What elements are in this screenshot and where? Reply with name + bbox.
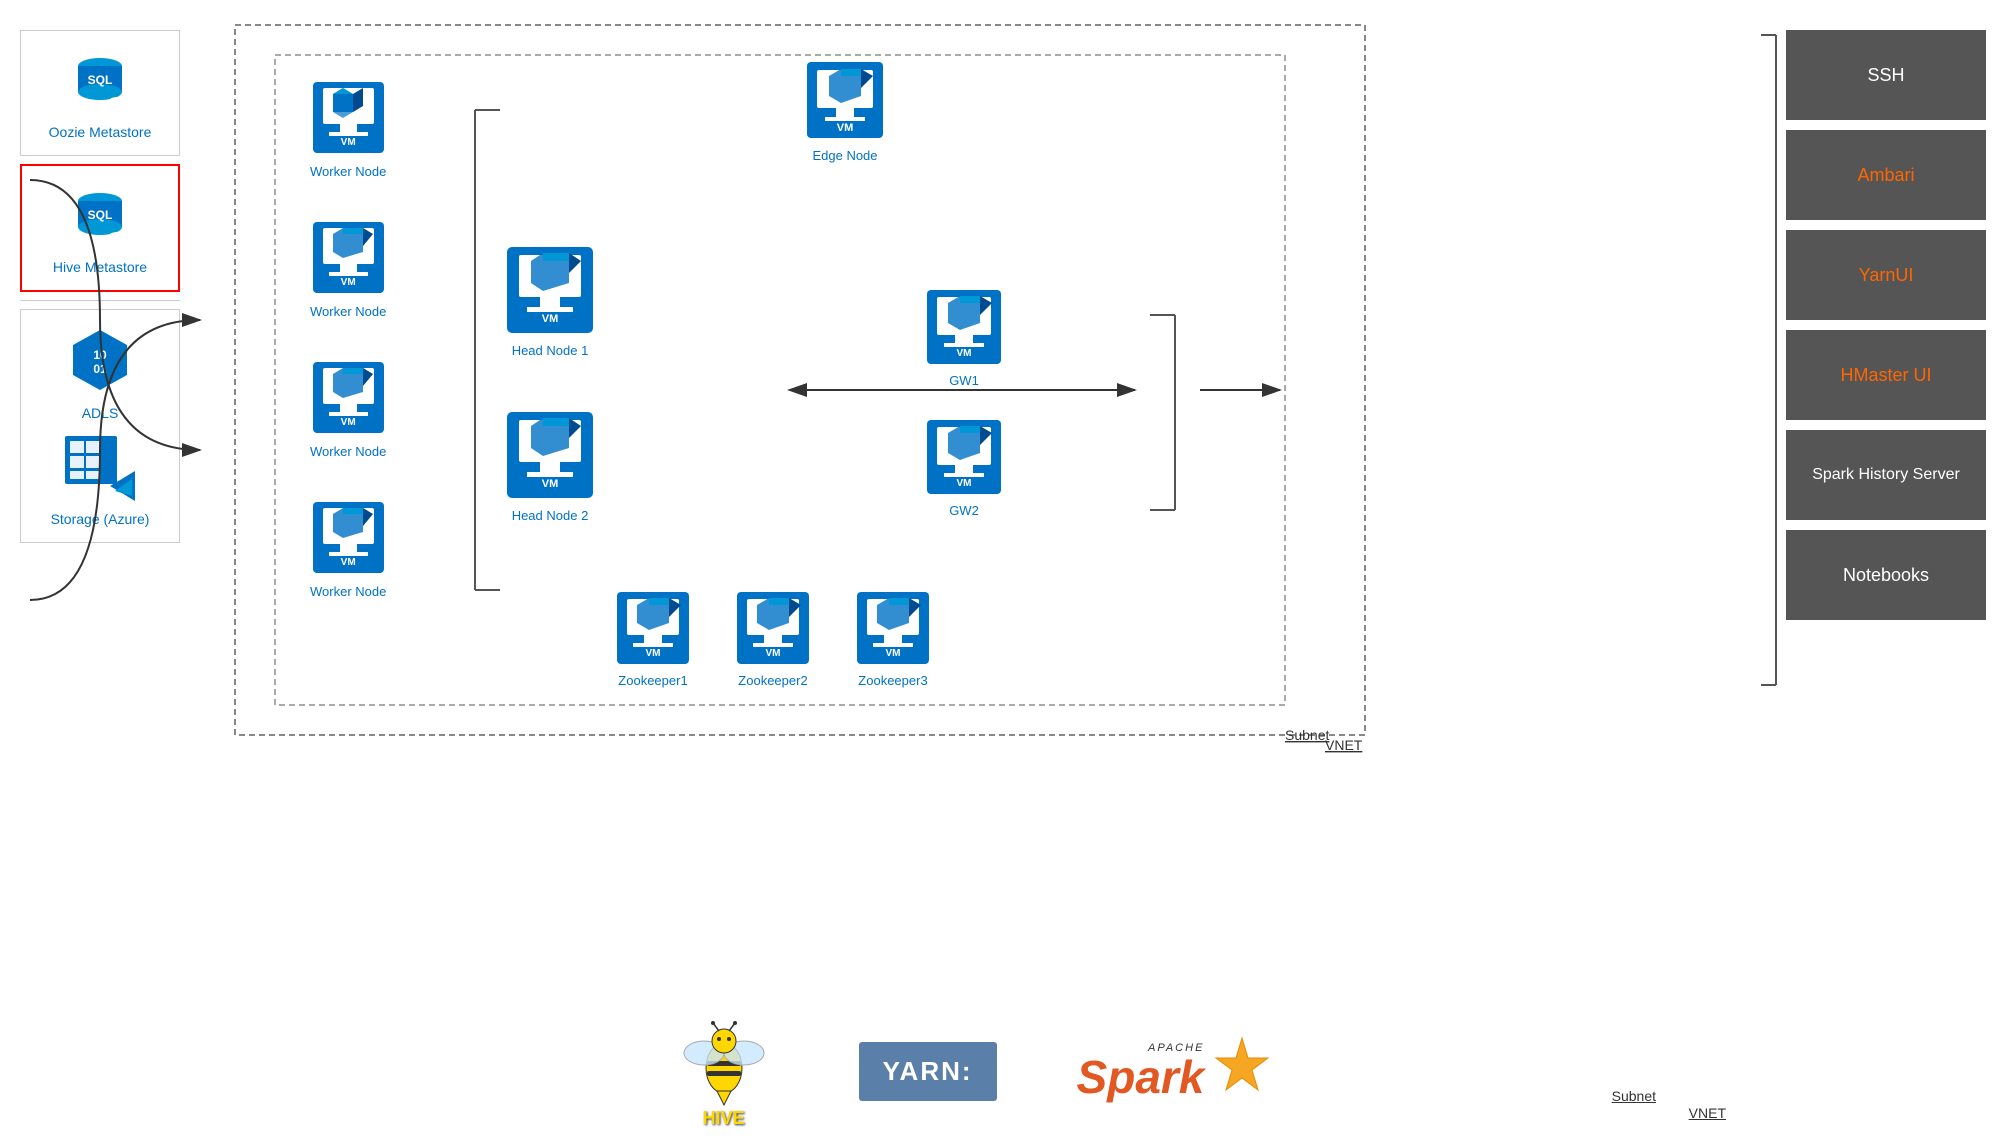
notebooks-label: Notebooks: [1843, 565, 1929, 586]
zk3-label: Zookeeper3: [858, 673, 927, 688]
zookeeper1-node: VM Zookeeper1: [615, 590, 691, 688]
ssh-label: SSH: [1867, 65, 1904, 86]
spark-history-button[interactable]: Spark History Server: [1786, 430, 1986, 520]
worker-node-3: VM Worker Node: [310, 360, 386, 459]
head2-label: Head Node 2: [512, 508, 589, 523]
diagram-svg: Subnet VNET: [215, 20, 1726, 1116]
spark-label: Spark History Server: [1812, 464, 1960, 486]
zk1-label: Zookeeper1: [618, 673, 687, 688]
right-bracket-svg: [1756, 30, 1786, 690]
head-node-2: VM Head Node 2: [505, 410, 595, 523]
worker2-label: Worker Node: [310, 304, 386, 319]
head-node-1: VM Head Node 1: [505, 245, 595, 358]
bottom-logos: HIVE YARN: APACHE Spark: [215, 1026, 1726, 1116]
yarn-text: YARN:: [883, 1056, 973, 1086]
ambari-label: Ambari: [1857, 165, 1914, 186]
yarnui-button[interactable]: YarnUI: [1786, 230, 1986, 320]
worker-node-1: VM Worker Node: [310, 80, 386, 179]
main-diagram: Subnet VNET VM Worker Node: [215, 20, 1726, 1116]
edge-label: Edge Node: [812, 148, 877, 163]
edge-node: VM Edge Node: [805, 60, 885, 163]
zk2-label: Zookeeper2: [738, 673, 807, 688]
worker4-label: Worker Node: [310, 584, 386, 599]
vnet-text: VNET: [1325, 737, 1363, 753]
left-arrows-svg: [20, 120, 270, 720]
hive-logo: HIVE: [669, 1013, 779, 1129]
worker-node-2: VM Worker Node: [310, 220, 386, 319]
yarn-label: YarnUI: [1859, 265, 1914, 286]
ambari-button[interactable]: Ambari: [1786, 130, 1986, 220]
gw2-label: GW2: [949, 503, 979, 518]
svg-text:SQL: SQL: [88, 73, 113, 87]
yarn-logo: YARN:: [859, 1042, 997, 1101]
worker-node-4: VM Worker Node: [310, 500, 386, 599]
right-panel: SSH Ambari YarnUI HMaster UI Spark Histo…: [1786, 30, 1986, 620]
hive-text: HIVE: [703, 1108, 745, 1129]
notebooks-button[interactable]: Notebooks: [1786, 530, 1986, 620]
hmaster-button[interactable]: HMaster UI: [1786, 330, 1986, 420]
zookeeper3-node: VM Zookeeper3: [855, 590, 931, 688]
hmaster-label: HMaster UI: [1840, 365, 1931, 386]
worker3-label: Worker Node: [310, 444, 386, 459]
spark-star-icon: [1212, 1036, 1272, 1106]
hive-bee-icon: [669, 1013, 779, 1113]
head1-label: Head Node 1: [512, 343, 589, 358]
zookeeper2-node: VM Zookeeper2: [735, 590, 811, 688]
gw1-node: VM GW1: [925, 288, 1003, 388]
oozie-sql-icon: SQL: [65, 46, 135, 116]
ssh-button[interactable]: SSH: [1786, 30, 1986, 120]
worker1-label: Worker Node: [310, 164, 386, 179]
subnet-text: Subnet: [1285, 727, 1329, 743]
spark-logo: APACHE Spark: [1077, 1036, 1273, 1106]
spark-text: Spark: [1077, 1054, 1205, 1100]
gw1-label: GW1: [949, 373, 979, 388]
gw2-node: VM GW2: [925, 418, 1003, 518]
